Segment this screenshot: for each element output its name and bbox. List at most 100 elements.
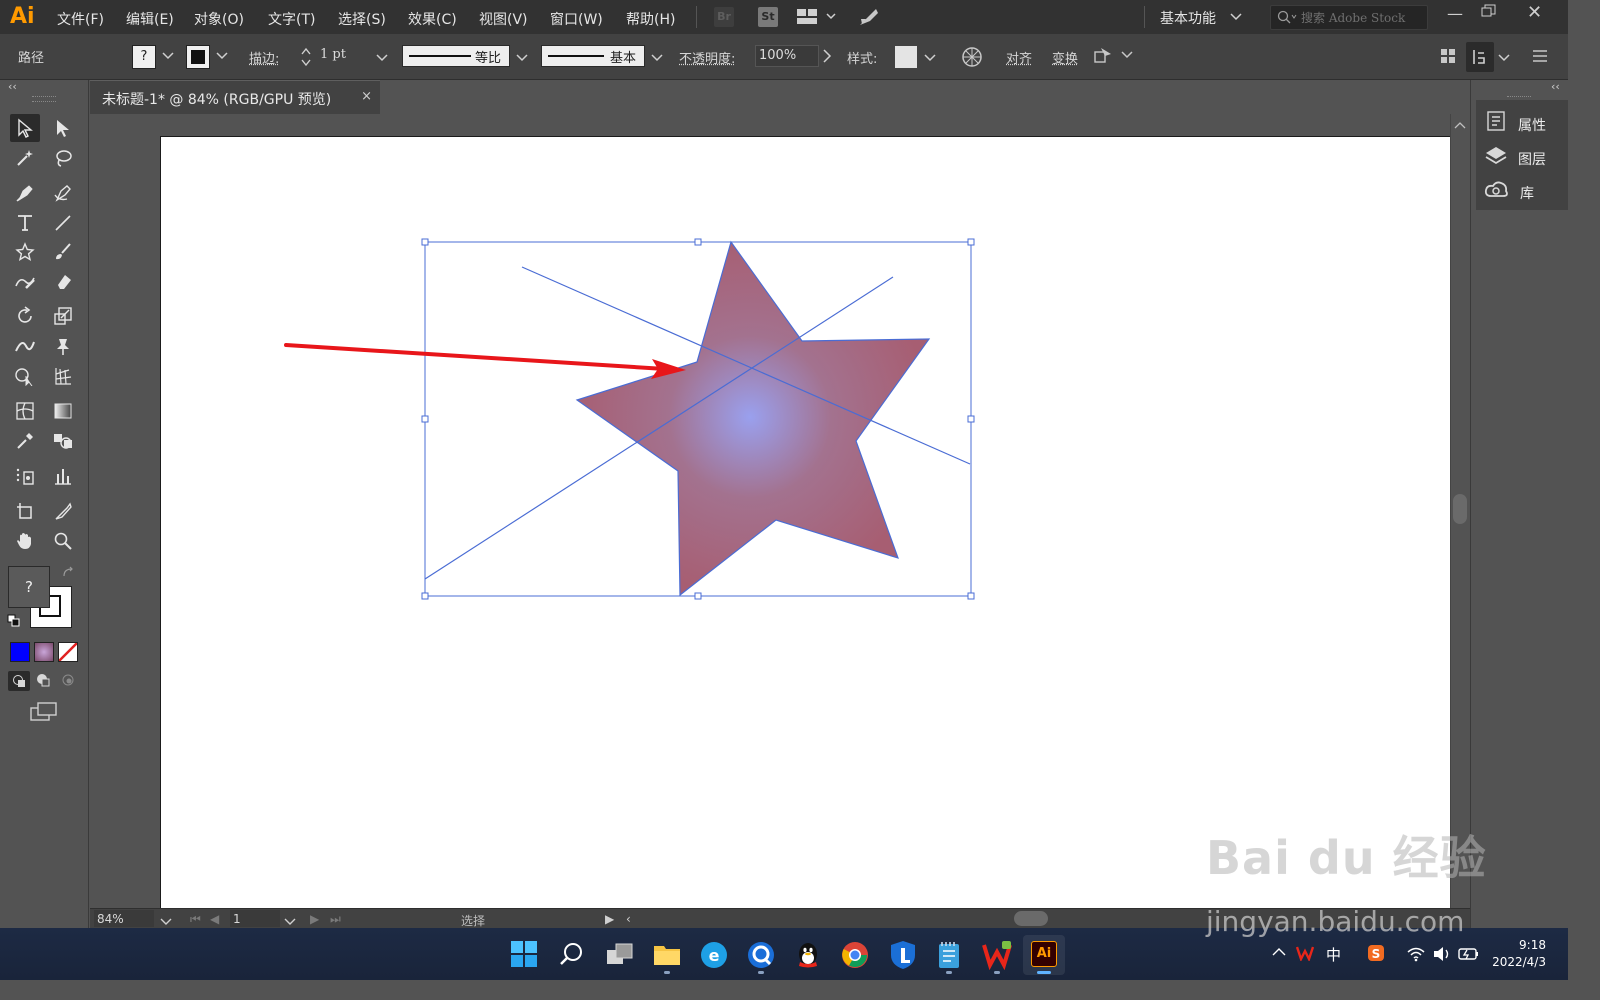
fill-swatch[interactable]: ? [132,45,156,69]
symbol-sprayer-tool-icon[interactable] [10,462,40,490]
eyedropper-tool-icon[interactable] [10,427,40,455]
system-clock[interactable]: 9:18 2022/4/3 [1488,937,1546,971]
task-view-icon[interactable] [606,942,634,970]
artboard-tool-icon[interactable] [10,497,40,525]
panel-layout-icon[interactable] [1440,48,1456,68]
close-tab-button[interactable]: × [361,89,372,104]
menu-help[interactable]: 帮助(H) [626,9,675,29]
opacity-input[interactable]: 100% [759,48,796,63]
artboard-number-field[interactable]: 1 [230,910,280,927]
vertical-scrollbar[interactable] [1450,114,1470,908]
menu-edit[interactable]: 编辑(E) [126,9,174,29]
arrange-documents-icon[interactable] [797,9,837,29]
shield-app-icon[interactable] [889,940,917,974]
show-hidden-icons-icon[interactable] [1272,946,1286,961]
mesh-tool-icon[interactable] [10,397,40,425]
scroll-left-icon[interactable]: ‹ [626,912,631,926]
shaper-tool-icon[interactable] [10,268,40,296]
magic-wand-tool-icon[interactable] [10,144,40,172]
stroke-swatch[interactable] [186,45,210,69]
notepad-icon[interactable] [936,940,962,974]
artwork-layer[interactable] [90,114,1450,908]
fill-color-box[interactable]: ? [8,566,50,608]
battery-icon[interactable] [1458,946,1480,966]
blend-tool-icon[interactable] [48,427,78,455]
chevron-down-icon[interactable] [516,52,528,65]
menu-file[interactable]: 文件(F) [57,9,104,29]
eraser-tool-icon[interactable] [48,268,78,296]
curvature-tool-icon[interactable] [48,179,78,207]
chevron-down-icon[interactable] [1230,10,1242,25]
column-graph-tool-icon[interactable] [48,462,78,490]
chevron-up-icon[interactable] [1454,118,1466,133]
document-tab[interactable]: 未标题-1* @ 84% (RGB/GPU 预览) × [90,80,380,114]
transform-button[interactable]: 变换 [1052,48,1078,67]
puppet-warp-tool-icon[interactable] [48,332,78,360]
gradient-tool-icon[interactable] [48,397,78,425]
restore-button[interactable] [1481,3,1497,22]
direct-selection-tool-icon[interactable] [48,114,78,142]
menu-object[interactable]: 对象(O) [194,9,244,29]
stroke-weight-input[interactable]: 1 pt [320,47,346,62]
menu-select[interactable]: 选择(S) [338,9,386,29]
perspective-grid-tool-icon[interactable] [48,362,78,390]
rotate-tool-icon[interactable] [10,302,40,330]
qq-icon[interactable] [795,941,821,973]
file-explorer-icon[interactable] [653,941,681,971]
panel-grip[interactable] [32,96,56,102]
zoom-level-field[interactable]: 84% [94,910,154,927]
selection-tool-icon[interactable] [10,114,40,142]
menu-window[interactable]: 窗口(W) [550,9,603,29]
search-taskbar-icon[interactable] [559,941,585,971]
vertical-scroll-thumb[interactable] [1453,494,1467,524]
star-tool-icon[interactable] [10,238,40,266]
chevron-down-icon[interactable] [162,50,174,63]
sogou-input-icon[interactable]: S [1367,944,1385,966]
stepper-icon[interactable] [300,46,312,72]
close-window-button[interactable]: ✕ [1527,2,1542,23]
bridge-icon[interactable]: Br [714,7,734,27]
recolor-artwork-icon[interactable] [961,46,983,72]
menu-view[interactable]: 视图(V) [479,9,528,29]
lasso-tool-icon[interactable] [48,144,78,172]
draw-normal-icon[interactable] [8,671,30,691]
wps-office-icon[interactable] [982,940,1012,974]
panel-menu-icon[interactable] [1532,49,1548,67]
arrange-icon[interactable] [1466,42,1494,72]
chevron-down-icon[interactable] [1498,52,1510,65]
workspace-switcher[interactable]: 基本功能 [1160,8,1216,28]
chevron-right-icon[interactable] [822,49,832,67]
chevron-down-icon[interactable] [376,52,388,65]
draw-inside-icon[interactable] [61,673,75,691]
status-mode[interactable]: 选择 [461,912,485,929]
stroke-label[interactable]: 描边: [249,48,279,67]
illustrator-taskbar-button[interactable]: Ai [1023,935,1065,975]
line-segment-tool-icon[interactable] [48,209,78,237]
stock-icon[interactable]: St [758,7,778,27]
minimize-button[interactable]: — [1447,4,1463,23]
browser-q-icon[interactable] [747,941,775,973]
width-tool-icon[interactable] [10,332,40,360]
wps-tray-icon[interactable] [1295,945,1315,965]
collapse-panel-icon[interactable]: ‹‹ [8,80,17,93]
gradient-mode-button[interactable] [34,642,54,662]
align-button[interactable]: 对齐 [1006,48,1032,67]
type-tool-icon[interactable] [10,209,40,237]
volume-icon[interactable] [1432,946,1452,966]
graphic-style-swatch[interactable] [895,46,917,68]
slice-tool-icon[interactable] [48,497,78,525]
windows-start-icon[interactable] [511,941,537,971]
first-artboard-icon[interactable]: ⏮ [190,912,201,927]
opacity-label[interactable]: 不透明度: [679,48,735,67]
swap-fill-stroke-icon[interactable] [62,566,76,582]
menu-effect[interactable]: 效果(C) [408,9,457,29]
gpu-performance-icon[interactable] [858,7,880,31]
shape-builder-tool-icon[interactable] [10,362,40,390]
zoom-tool-icon[interactable] [48,527,78,555]
none-mode-button[interactable] [58,642,78,662]
chevron-down-icon[interactable] [651,52,663,65]
last-artboard-icon[interactable]: ⏭ [330,912,341,927]
paintbrush-tool-icon[interactable] [48,238,78,266]
draw-behind-icon[interactable] [36,673,50,691]
variable-width-profile[interactable]: 等比 [402,45,510,67]
